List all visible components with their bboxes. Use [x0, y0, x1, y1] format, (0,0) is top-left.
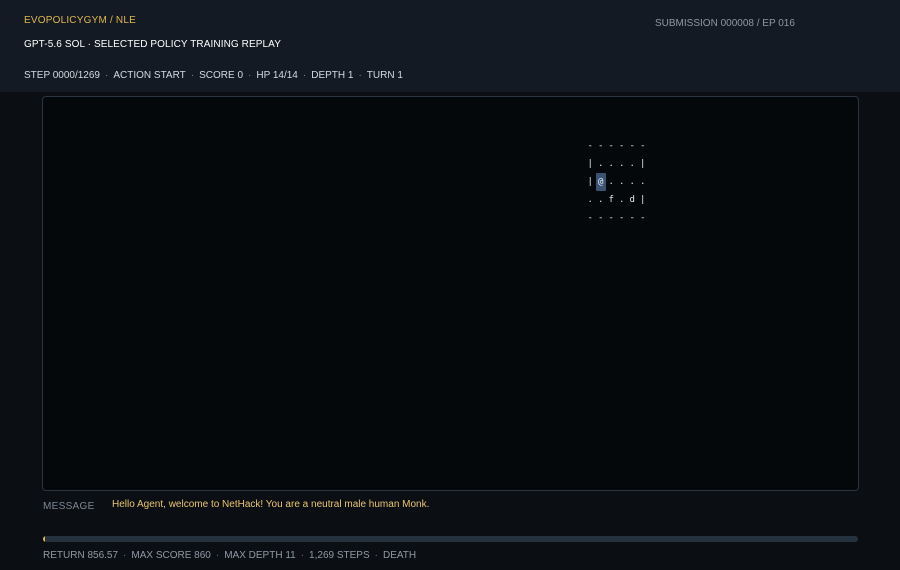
status-separator: ·: [358, 70, 362, 81]
map-cell: .: [587, 195, 593, 205]
map-cell: -: [640, 141, 646, 151]
status-step: STEP 0000/1269: [24, 70, 100, 81]
map-cell: .: [608, 177, 614, 187]
map-cell: -: [598, 141, 604, 151]
map-cell: d: [629, 195, 635, 205]
header: EVOPOLICYGYM / NLE GPT-5.6 SOL · SELECTE…: [0, 0, 900, 92]
map-cell: -: [640, 213, 646, 223]
map-row: .. f. d |: [585, 191, 648, 209]
map-cell: -: [629, 213, 635, 223]
map-cell: -: [598, 213, 604, 223]
map-cell: .: [629, 177, 635, 187]
map-cell: .: [619, 195, 625, 205]
dungeon-map: - - - - - - |.... | | @...... f. d | - - - - - -: [585, 137, 648, 227]
replay-progress-bar[interactable]: [43, 536, 858, 542]
message-text: Hello Agent, welcome to NetHack! You are…: [112, 499, 430, 510]
map-cell: -: [619, 213, 625, 223]
game-map-panel: - - - - - - |.... | | @...... f. d | - - - - - -: [42, 96, 859, 491]
submission-label: SUBMISSION 000008 / EP 016: [655, 18, 795, 29]
map-cell: .: [598, 159, 604, 169]
map-cell: f: [608, 195, 614, 205]
status-score: SCORE 0: [199, 70, 244, 81]
summary-max-depth: MAX DEPTH 11: [224, 550, 296, 561]
map-row: ------: [585, 209, 648, 227]
map-cell: .: [608, 159, 614, 169]
status-bar: STEP 0000/1269 · ACTION START · SCORE 0 · HP 1…: [24, 70, 403, 81]
map-cell: |: [587, 177, 593, 187]
status-separator: ·: [105, 70, 109, 81]
status-action: ACTION START: [113, 70, 186, 81]
map-cell: .: [598, 195, 604, 205]
summary-return: RETURN 856.57: [43, 550, 119, 561]
map-cell: -: [608, 213, 614, 223]
map-row: | @....: [585, 173, 648, 191]
map-row: ------: [585, 137, 648, 155]
replay-subtitle: GPT-5.6 SOL · SELECTED POLICY TRAINING R…: [24, 39, 281, 50]
summary-separator: ·: [123, 550, 127, 561]
player-glyph: @: [595, 173, 606, 191]
summary-steps: 1,269 STEPS: [309, 550, 370, 561]
status-hp: HP 14/14: [256, 70, 298, 81]
map-cell: -: [619, 141, 625, 151]
map-cell: |: [640, 159, 646, 169]
status-separator: ·: [248, 70, 252, 81]
summary-outcome: DEATH: [382, 550, 417, 561]
map-cell: .: [640, 177, 646, 187]
map-cell: |: [640, 195, 646, 205]
brand-title: EVOPOLICYGYM / NLE: [24, 15, 136, 26]
status-separator: ·: [302, 70, 307, 81]
map-cell: .: [619, 177, 625, 187]
map-cell: -: [608, 141, 614, 151]
summary-max-score: MAX SCORE 860: [131, 550, 211, 561]
map-cell: -: [587, 141, 593, 151]
map-cell: -: [629, 141, 635, 151]
status-depth: DEPTH 1: [311, 70, 354, 81]
map-row: |.... |: [585, 155, 648, 173]
map-cell: -: [587, 213, 593, 223]
summary-separator: ·: [215, 550, 220, 561]
map-cell: |: [587, 159, 593, 169]
progress-fill: [43, 536, 46, 542]
summary-separator: ·: [374, 550, 378, 561]
map-cell: .: [619, 159, 625, 169]
status-turn: TURN 1: [366, 70, 403, 81]
episode-summary: RETURN 856.57 · MAX SCORE 860 · MAX DEPTH 11…: [43, 550, 416, 561]
summary-separator: ·: [300, 550, 305, 561]
map-cell: .: [629, 159, 635, 169]
status-separator: ·: [190, 70, 195, 81]
message-label: MESSAGE: [43, 501, 95, 512]
